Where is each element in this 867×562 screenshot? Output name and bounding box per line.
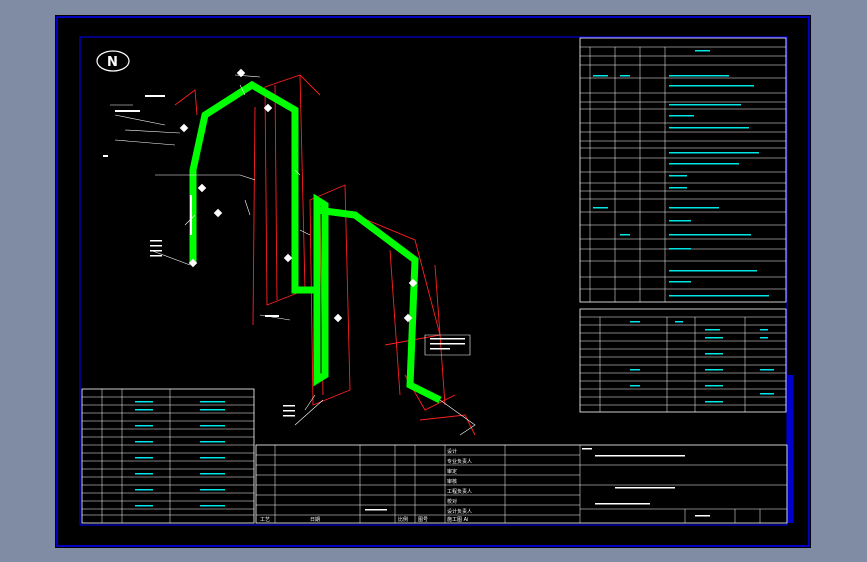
tb-cell-5: 校对 [447,498,457,505]
title-block: 设计 专业负责人 审定 审核 工程负责人 校对 设计负责人 施工图 Ai 工艺 … [255,444,788,524]
tb-cell-1: 专业负责人 [447,458,472,465]
legend-table-middle [579,308,787,413]
pipe-route [189,80,442,404]
drawing-canvas: N 设计 专业负责人 审定 审核 工程负责人 校对 设计负责人 施工图 Ai 工… [55,15,811,548]
legend-table-bottom-left [81,388,255,524]
north-arrow: N [96,50,130,72]
legend-table-top [579,37,787,303]
tb-bottom-0: 工艺 [260,517,270,523]
tb-bottom-1: 日期 [310,517,320,523]
tb-bottom-3: 图号 [418,517,428,523]
tb-cell-6: 设计负责人 [447,508,472,515]
tb-cell-7: 施工图 Ai [447,516,468,523]
tb-cell-4: 工程负责人 [447,488,472,495]
tb-cell-3: 审核 [447,478,457,485]
tb-bottom-2: 比例 [398,516,408,523]
north-label: N [107,55,118,70]
side-strip [787,375,793,523]
cad-drawing: N 设计 专业负责人 审定 审核 工程负责人 校对 设计负责人 施工图 Ai 工… [56,16,810,547]
tb-cell-0: 设计 [447,448,457,455]
tb-cell-2: 审定 [447,468,457,475]
